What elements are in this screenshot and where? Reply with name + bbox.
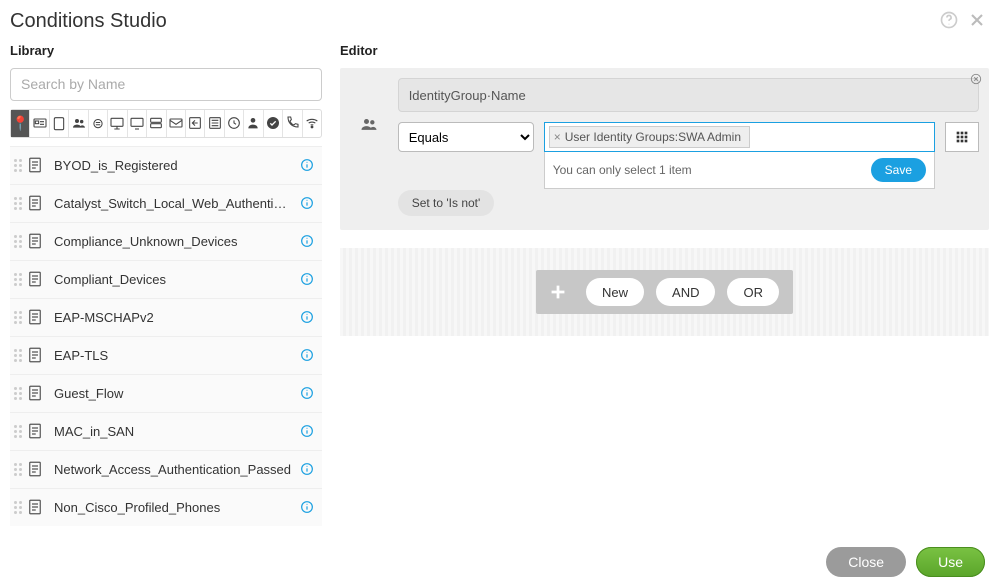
library-item[interactable]: MAC_in_SAN xyxy=(10,413,322,451)
drag-handle-icon[interactable] xyxy=(10,235,22,248)
footer: Close Use xyxy=(0,539,999,585)
close-button[interactable]: Close xyxy=(826,547,906,577)
value-token[interactable]: × User Identity Groups:SWA Admin xyxy=(549,126,750,148)
info-icon[interactable] xyxy=(292,461,322,477)
or-button[interactable]: OR xyxy=(727,278,779,306)
library-item[interactable]: Compliant_Devices xyxy=(10,261,322,299)
token-remove-icon[interactable]: × xyxy=(554,130,565,144)
drag-handle-icon[interactable] xyxy=(10,159,22,172)
info-icon[interactable] xyxy=(292,271,322,287)
info-icon[interactable] xyxy=(292,195,322,211)
filter-id-card-icon[interactable] xyxy=(30,110,49,137)
document-icon xyxy=(22,384,48,402)
value-token-text: User Identity Groups:SWA Admin xyxy=(565,130,741,144)
library-item-label: Catalyst_Switch_Local_Web_Authentication xyxy=(48,196,292,211)
set-is-not-button[interactable]: Set to 'Is not' xyxy=(398,190,495,216)
library-item[interactable]: Compliance_Unknown_Devices xyxy=(10,223,322,261)
library-item[interactable]: Network_Access_Authentication_Passed xyxy=(10,451,322,489)
identity-group-icon xyxy=(359,114,379,137)
operator-select[interactable]: Equals xyxy=(398,122,534,152)
info-icon[interactable] xyxy=(292,157,322,173)
document-icon xyxy=(22,422,48,440)
library-item[interactable]: EAP-TLS xyxy=(10,337,322,375)
remove-condition-icon[interactable] xyxy=(969,72,983,89)
library-item[interactable]: BYOD_is_Registered xyxy=(10,147,322,185)
new-button[interactable]: New xyxy=(586,278,644,306)
filter-display-icon[interactable] xyxy=(128,110,147,137)
library-item[interactable]: Guest_Flow xyxy=(10,375,322,413)
save-button[interactable]: Save xyxy=(871,158,926,182)
filter-pin-icon[interactable]: 📍 xyxy=(11,110,30,137)
library-item-label: Compliant_Devices xyxy=(48,272,292,287)
dropdown-hint: You can only select 1 item xyxy=(553,163,692,177)
drag-handle-icon[interactable] xyxy=(10,501,22,514)
filter-desktop-icon[interactable] xyxy=(108,110,127,137)
add-condition-zone: New AND OR xyxy=(340,248,989,336)
document-icon xyxy=(22,498,48,516)
value-input-box[interactable]: × User Identity Groups:SWA Admin xyxy=(544,122,935,152)
info-icon[interactable] xyxy=(292,423,322,439)
drag-handle-icon[interactable] xyxy=(10,273,22,286)
value-dropdown: You can only select 1 item Save xyxy=(544,152,935,189)
filter-mail-icon[interactable] xyxy=(167,110,186,137)
drag-handle-icon[interactable] xyxy=(10,463,22,476)
filter-globe-icon[interactable]: ⊜ xyxy=(89,110,108,137)
filter-group-icon[interactable] xyxy=(69,110,88,137)
library-item[interactable]: Catalyst_Switch_Local_Web_Authentication xyxy=(10,185,322,223)
page-title: Conditions Studio xyxy=(10,10,167,33)
info-icon[interactable] xyxy=(292,309,322,325)
library-item[interactable]: EAP-MSCHAPv2 xyxy=(10,299,322,337)
use-button[interactable]: Use xyxy=(916,547,985,577)
library-item-label: Non_Cisco_Profiled_Phones xyxy=(48,500,292,515)
library-item-label: Network_Access_Authentication_Passed xyxy=(48,462,292,477)
value-input[interactable] xyxy=(750,124,934,150)
filter-person-icon[interactable] xyxy=(244,110,263,137)
info-icon[interactable] xyxy=(292,385,322,401)
info-icon[interactable] xyxy=(292,347,322,363)
library-item-label: EAP-MSCHAPv2 xyxy=(48,310,292,325)
drag-handle-icon[interactable] xyxy=(10,311,22,324)
filter-phone-icon[interactable] xyxy=(283,110,302,137)
library-item-label: Compliance_Unknown_Devices xyxy=(48,234,292,249)
drag-handle-icon[interactable] xyxy=(10,197,22,210)
drag-handle-icon[interactable] xyxy=(10,387,22,400)
search-input[interactable] xyxy=(10,68,322,101)
library-item-label: BYOD_is_Registered xyxy=(48,158,292,173)
value-picker-button[interactable] xyxy=(945,122,979,152)
library-item-label: Guest_Flow xyxy=(48,386,292,401)
plus-icon[interactable] xyxy=(536,270,580,314)
filter-list-icon[interactable] xyxy=(205,110,224,137)
drag-handle-icon[interactable] xyxy=(10,349,22,362)
library-heading: Library xyxy=(10,39,322,68)
condition-box: IdentityGroup·Name Equals xyxy=(340,68,989,230)
library-list: BYOD_is_Registered Catalyst_Switch_Local… xyxy=(10,146,322,526)
library-item-label: EAP-TLS xyxy=(48,348,292,363)
library-item[interactable]: Non_Cisco_Profiled_Phones xyxy=(10,489,322,526)
and-button[interactable]: AND xyxy=(656,278,715,306)
document-icon xyxy=(22,194,48,212)
info-icon[interactable] xyxy=(292,499,322,515)
dictionary-filter-row: 📍 ⊜ xyxy=(10,109,322,138)
editor-heading: Editor xyxy=(340,39,989,68)
document-icon xyxy=(22,346,48,364)
close-icon[interactable] xyxy=(967,10,987,33)
attribute-field[interactable]: IdentityGroup·Name xyxy=(398,78,979,112)
filter-wifi-icon[interactable] xyxy=(303,110,321,137)
drag-handle-icon[interactable] xyxy=(10,425,22,438)
filter-device-icon[interactable] xyxy=(50,110,69,137)
filter-clock-icon[interactable] xyxy=(225,110,244,137)
document-icon xyxy=(22,156,48,174)
filter-check-circle-icon[interactable] xyxy=(264,110,283,137)
attribute-value: IdentityGroup·Name xyxy=(409,88,526,103)
library-item-label: MAC_in_SAN xyxy=(48,424,292,439)
document-icon xyxy=(22,308,48,326)
document-icon xyxy=(22,270,48,288)
help-icon[interactable] xyxy=(939,10,959,33)
document-icon xyxy=(22,460,48,478)
info-icon[interactable] xyxy=(292,233,322,249)
filter-server-icon[interactable] xyxy=(147,110,166,137)
document-icon xyxy=(22,232,48,250)
filter-collapse-icon[interactable] xyxy=(186,110,205,137)
